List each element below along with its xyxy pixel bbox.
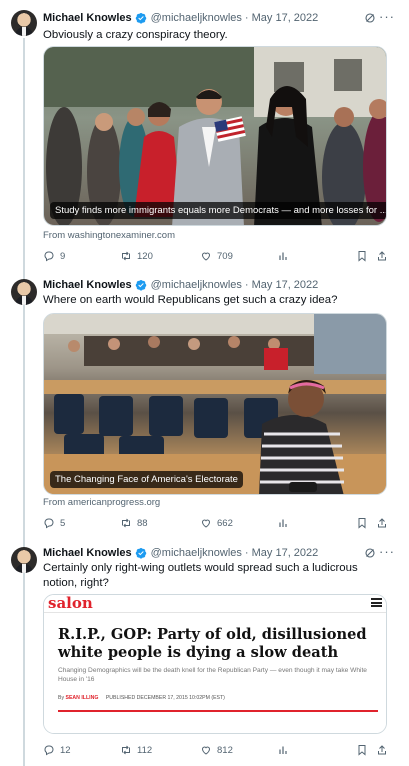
bookmark-button[interactable]	[356, 744, 368, 756]
author-handle[interactable]: @michaeljknowles	[151, 547, 242, 559]
avatar[interactable]	[11, 547, 37, 573]
tweet-date[interactable]: · May 17, 2022	[245, 547, 318, 559]
tweet-text: Where on earth would Republicans get suc…	[43, 294, 338, 306]
tweet-text: Certainly only right-wing outlets would …	[43, 562, 358, 589]
views-button[interactable]	[277, 517, 289, 529]
reply-button[interactable]: 5	[43, 517, 65, 529]
tweet-header: Michael Knowles @michaeljknowles · May 1…	[43, 545, 318, 561]
bookmark-button[interactable]	[356, 517, 368, 529]
avatar[interactable]	[11, 10, 37, 36]
reply-button[interactable]: 12	[43, 744, 71, 756]
verified-badge-icon	[135, 280, 146, 291]
like-button[interactable]: 709	[200, 250, 233, 262]
heart-icon	[201, 746, 211, 755]
article-dek: Changing Demographics will be the death …	[58, 667, 367, 683]
retweet-count: 88	[137, 517, 148, 529]
reply-icon	[44, 518, 54, 529]
tweet-header: Michael Knowles @michaeljknowles · May 1…	[43, 277, 318, 293]
heart-icon	[201, 519, 211, 528]
analytics-icon	[279, 519, 287, 527]
bookmark-button[interactable]	[356, 250, 368, 262]
verified-badge-icon	[135, 13, 146, 24]
reply-icon	[44, 251, 54, 262]
link-card-image[interactable]: Study finds more immigrants equals more …	[43, 46, 387, 226]
more-icon[interactable]: ···	[379, 9, 395, 24]
hamburger-menu-icon	[371, 598, 382, 607]
card-caption: The Changing Face of America's Electorat…	[50, 471, 243, 488]
heart-icon	[201, 252, 211, 261]
reply-button[interactable]: 9	[43, 250, 65, 262]
byline-prefix: By	[58, 695, 65, 701]
retweet-icon	[122, 518, 130, 528]
card-source[interactable]: From americanprogress.org	[43, 497, 160, 508]
tweet-date[interactable]: · May 17, 2022	[245, 12, 318, 24]
salon-logo: salon	[48, 594, 93, 612]
reply-icon	[44, 745, 54, 756]
avatar[interactable]	[11, 279, 37, 305]
share-button[interactable]	[376, 744, 388, 756]
share-icon	[378, 745, 386, 755]
tweet-header: Michael Knowles @michaeljknowles · May 1…	[43, 10, 318, 26]
like-count: 662	[217, 517, 233, 529]
tweet-actions: 9 120 709	[43, 250, 389, 264]
like-button[interactable]: 812	[200, 744, 233, 756]
reply-count: 9	[60, 250, 66, 262]
author-name[interactable]: Michael Knowles	[43, 12, 132, 24]
bookmark-icon	[358, 745, 366, 756]
reply-count: 5	[60, 517, 66, 529]
byline-date: PUBLISHED DECEMBER 17, 2015 10:02PM (EST…	[105, 695, 225, 701]
author-name[interactable]: Michael Knowles	[43, 547, 132, 559]
analytics-icon	[279, 746, 287, 754]
link-card-image[interactable]: The Changing Face of America's Electorat…	[43, 313, 387, 495]
tweet-actions: 5 88 662	[43, 517, 389, 531]
card-caption: Study finds more immigrants equals more …	[50, 202, 386, 219]
author-handle[interactable]: @michaeljknowles	[151, 12, 242, 24]
card-photo	[44, 47, 386, 225]
verified-badge-icon	[135, 548, 146, 559]
reply-count: 12	[60, 744, 71, 756]
bookmark-icon	[358, 518, 366, 529]
author-handle[interactable]: @michaeljknowles	[151, 279, 242, 291]
tweet-3[interactable]: Michael Knowles @michaeljknowles · May 1…	[0, 544, 409, 766]
like-count: 709	[217, 250, 233, 262]
like-count: 812	[217, 744, 233, 756]
retweet-button[interactable]: 120	[120, 250, 153, 262]
card-source[interactable]: From washingtonexaminer.com	[43, 230, 175, 241]
card-photo	[44, 314, 386, 494]
analytics-icon	[279, 252, 287, 260]
more-icon[interactable]: ···	[379, 544, 395, 559]
share-icon	[378, 518, 386, 528]
retweet-icon	[122, 251, 130, 261]
share-button[interactable]	[376, 517, 388, 529]
grok-icon[interactable]	[364, 12, 376, 24]
retweet-count: 112	[137, 744, 153, 756]
share-button[interactable]	[376, 250, 388, 262]
bookmark-icon	[358, 251, 366, 262]
author-name[interactable]: Michael Knowles	[43, 279, 132, 291]
like-button[interactable]: 662	[200, 517, 233, 529]
views-button[interactable]	[277, 744, 289, 756]
article-headline: R.I.P., GOP: Party of old, disillusioned…	[58, 626, 367, 661]
retweet-button[interactable]: 88	[120, 517, 148, 529]
link-card-image[interactable]: salon R.I.P., GOP: Party of old, disillu…	[43, 594, 387, 734]
share-icon	[378, 251, 386, 261]
views-button[interactable]	[277, 250, 289, 262]
retweet-icon	[122, 745, 130, 755]
retweet-button[interactable]: 112	[120, 744, 152, 756]
retweet-count: 120	[137, 250, 153, 262]
tweet-date[interactable]: · May 17, 2022	[245, 279, 318, 291]
byline-author: SEAN ILLING	[65, 695, 99, 701]
article-byline: By SEAN ILLING PUBLISHED DECEMBER 17, 20…	[58, 695, 225, 701]
grok-icon[interactable]	[364, 547, 376, 559]
tweet-text: Obviously a crazy conspiracy theory.	[43, 29, 228, 41]
tweet-2[interactable]: Michael Knowles @michaeljknowles · May 1…	[0, 277, 409, 535]
salon-article-screenshot: salon R.I.P., GOP: Party of old, disillu…	[44, 595, 386, 733]
red-divider	[58, 710, 378, 712]
tweet-1[interactable]: Michael Knowles @michaeljknowles · May 1…	[0, 9, 409, 265]
tweet-actions: 12 112 812	[43, 744, 389, 758]
